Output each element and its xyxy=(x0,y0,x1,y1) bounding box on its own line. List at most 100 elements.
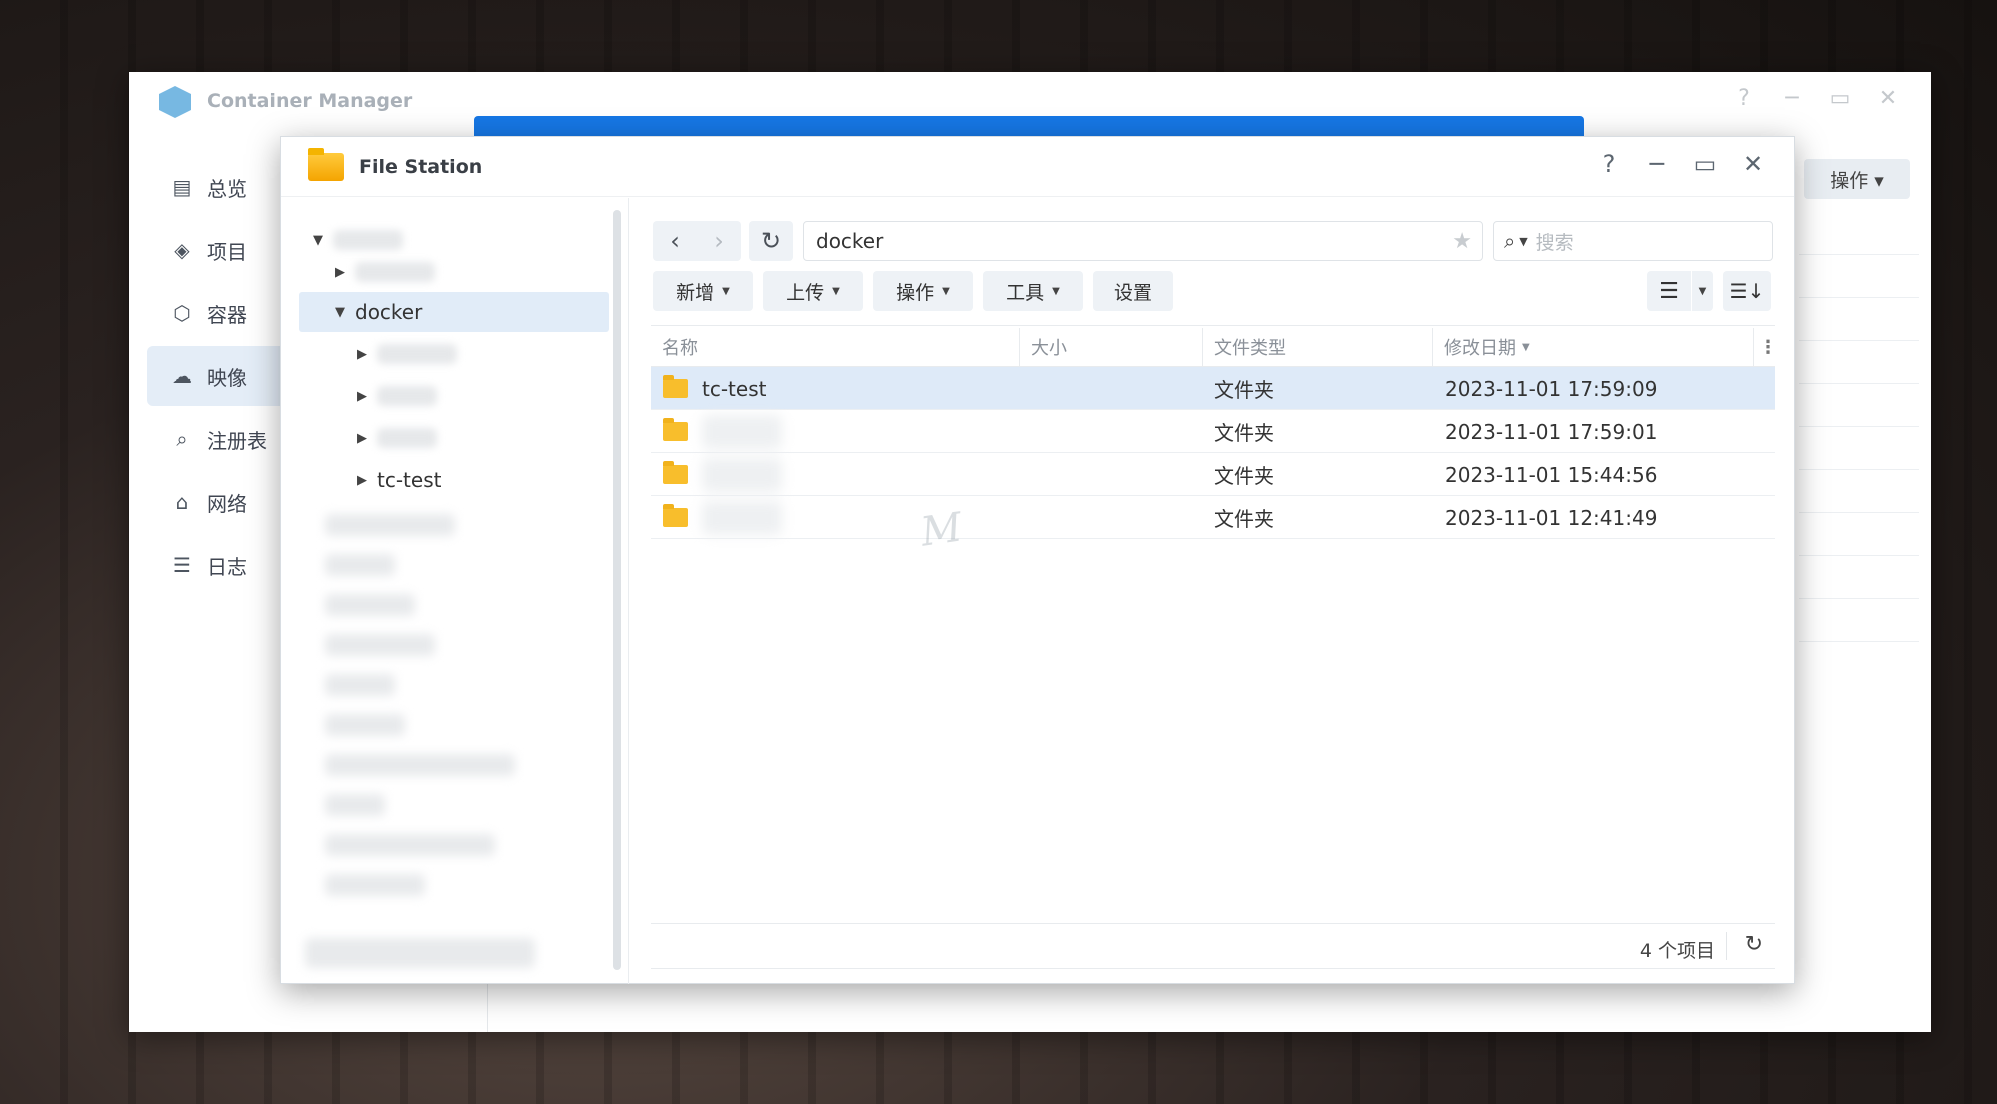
view-mode-group: ☰ ▼ xyxy=(1647,271,1713,311)
chevron-down-icon: ▼ xyxy=(942,285,950,297)
blurred-tree-item xyxy=(325,674,395,696)
tree-node-label: tc-test xyxy=(377,468,442,492)
action-button[interactable]: 操作 ▼ xyxy=(873,271,973,311)
tools-button[interactable]: 工具 ▼ xyxy=(983,271,1083,311)
collapse-arrow-icon[interactable]: ▼ xyxy=(331,305,349,320)
create-button[interactable]: 新增 ▼ xyxy=(653,271,753,311)
expand-arrow-icon[interactable]: ▶ xyxy=(353,347,371,362)
name-cell xyxy=(663,410,782,453)
column-header-modified[interactable]: 修改日期 ▼ xyxy=(1433,326,1753,368)
sidebar-item-log[interactable]: ☰ 日志 xyxy=(147,535,297,595)
view-dropdown-icon[interactable]: ▼ xyxy=(1691,271,1713,311)
blurred-tree-item xyxy=(325,514,455,536)
column-header-modified-label: 修改日期 xyxy=(1444,338,1516,359)
tree-scrollbar[interactable] xyxy=(613,210,621,970)
search-icon[interactable]: ⌕ xyxy=(1504,229,1515,253)
path-input[interactable]: docker ★ xyxy=(803,221,1483,261)
type-cell: 文件夹 xyxy=(1214,464,1274,488)
back-button[interactable]: ‹ xyxy=(653,221,697,261)
tools-button-label: 工具 xyxy=(1006,281,1045,304)
expand-arrow-icon[interactable]: ▶ xyxy=(353,473,371,488)
blurred-label xyxy=(377,344,457,364)
sidebar-item-network[interactable]: ⌂ 网络 xyxy=(147,472,297,532)
table-row[interactable]: 文件夹 2023-11-01 12:41:49 xyxy=(651,496,1775,539)
chevron-down-icon: ▼ xyxy=(722,285,730,297)
refresh-button[interactable]: ↻ xyxy=(749,221,793,261)
sidebar-item-label: 项目 xyxy=(207,239,247,264)
column-divider[interactable] xyxy=(1753,328,1754,366)
cm-minimize-icon[interactable]: ─ xyxy=(1777,86,1807,111)
list-view-icon[interactable]: ☰ xyxy=(1647,271,1691,311)
blurred-tree-item xyxy=(325,634,435,656)
upload-button[interactable]: 上传 ▼ xyxy=(763,271,863,311)
cm-sidebar: ▤ 总览 ◈ 项目 ⬡ 容器 ☁ 映像 ⌕ 注册表 ⌂ 网络 ☰ 日志 xyxy=(147,157,297,598)
expand-arrow-icon[interactable]: ▶ xyxy=(353,431,371,446)
cm-close-icon[interactable]: ✕ xyxy=(1873,86,1903,111)
search-dropdown-icon[interactable]: ▼ xyxy=(1519,235,1527,248)
cm-maximize-icon[interactable]: ▭ xyxy=(1825,86,1855,111)
dashboard-icon: ▤ xyxy=(172,175,192,199)
folder-icon xyxy=(663,418,688,441)
type-cell: 文件夹 xyxy=(1214,507,1274,531)
sidebar-item-project[interactable]: ◈ 项目 xyxy=(147,220,297,280)
tree-node-tc-test[interactable]: ▶ tc-test xyxy=(353,460,441,500)
footer-divider xyxy=(1726,932,1727,960)
cm-help-icon[interactable]: ? xyxy=(1729,86,1759,111)
registry-search-icon: ⌕ xyxy=(176,427,188,451)
search-input[interactable]: ⌕ ▼ 搜索 xyxy=(1493,221,1773,261)
fs-close-icon[interactable]: ✕ xyxy=(1737,150,1769,178)
tree-node[interactable]: ▶ xyxy=(331,252,435,292)
column-menu-icon[interactable]: ⋮ xyxy=(1755,326,1777,368)
sidebar-item-registry[interactable]: ⌕ 注册表 xyxy=(147,409,297,469)
sidebar-item-container[interactable]: ⬡ 容器 xyxy=(147,283,297,343)
tree-node-docker[interactable]: ▼ docker xyxy=(331,292,422,332)
cm-list-background xyxy=(1799,212,1919,642)
status-bar: 4 个项目 ↻ xyxy=(651,923,1775,969)
fs-titlebar: File Station ? ─ ▭ ✕ xyxy=(281,137,1794,197)
table-row[interactable]: tc-test 文件夹 2023-11-01 17:59:09 xyxy=(651,367,1775,410)
cm-action-button[interactable]: 操作 ▾ xyxy=(1804,159,1910,199)
type-cell: 文件夹 xyxy=(1214,378,1274,402)
blurred-label xyxy=(333,230,403,250)
star-favorite-icon[interactable]: ★ xyxy=(1452,229,1472,254)
sidebar-item-overview[interactable]: ▤ 总览 xyxy=(147,157,297,217)
blurred-tree-item xyxy=(305,938,535,968)
expand-arrow-icon[interactable]: ▶ xyxy=(353,389,371,404)
file-table: 名称 大小 文件类型 修改日期 ▼ ⋮ tc-test 文件夹 2023-11-0… xyxy=(651,325,1777,539)
blurred-file-name xyxy=(702,500,782,535)
sidebar-item-image[interactable]: ☁ 映像 xyxy=(147,346,297,406)
table-row[interactable]: 文件夹 2023-11-01 15:44:56 xyxy=(651,453,1775,496)
file-station-window: File Station ? ─ ▭ ✕ ▼ ▶ ▼ docker ▶ ▶ ▶ … xyxy=(280,136,1795,984)
tree-node[interactable]: ▶ xyxy=(353,334,457,374)
cm-window-title: Container Manager xyxy=(207,90,413,112)
settings-button[interactable]: 设置 xyxy=(1093,271,1173,311)
table-row[interactable]: 文件夹 2023-11-01 17:59:01 xyxy=(651,410,1775,453)
fs-help-icon[interactable]: ? xyxy=(1593,150,1625,178)
blurred-tree-item xyxy=(325,874,425,896)
modified-cell: 2023-11-01 17:59:01 xyxy=(1445,419,1658,444)
chevron-down-icon: ▼ xyxy=(1052,285,1060,297)
blurred-tree-item xyxy=(325,714,405,736)
blurred-tree-item xyxy=(325,754,515,776)
fs-minimize-icon[interactable]: ─ xyxy=(1641,150,1673,178)
blurred-tree-item xyxy=(325,554,395,576)
type-cell: 文件夹 xyxy=(1214,421,1274,445)
forward-button[interactable]: › xyxy=(697,221,741,261)
column-header-name[interactable]: 名称 xyxy=(651,326,1019,368)
action-button-label: 操作 xyxy=(896,281,935,304)
sidebar-item-label: 注册表 xyxy=(207,428,267,453)
tree-node[interactable]: ▶ xyxy=(353,376,437,416)
expand-arrow-icon[interactable]: ▶ xyxy=(331,265,349,280)
file-station-folder-icon xyxy=(308,148,344,181)
sidebar-item-label: 映像 xyxy=(207,365,247,390)
tree-node[interactable]: ▶ xyxy=(353,418,437,458)
collapse-arrow-icon[interactable]: ▼ xyxy=(309,233,327,248)
sort-button[interactable]: ☰↓ xyxy=(1723,271,1771,311)
blurred-label xyxy=(377,386,437,406)
sort-icon: ☰↓ xyxy=(1729,279,1765,303)
footer-refresh-icon[interactable]: ↻ xyxy=(1745,932,1763,957)
table-header: 名称 大小 文件类型 修改日期 ▼ ⋮ xyxy=(651,325,1777,368)
column-header-type[interactable]: 文件类型 xyxy=(1203,326,1432,368)
fs-maximize-icon[interactable]: ▭ xyxy=(1689,150,1721,178)
column-header-size[interactable]: 大小 xyxy=(1020,326,1202,368)
